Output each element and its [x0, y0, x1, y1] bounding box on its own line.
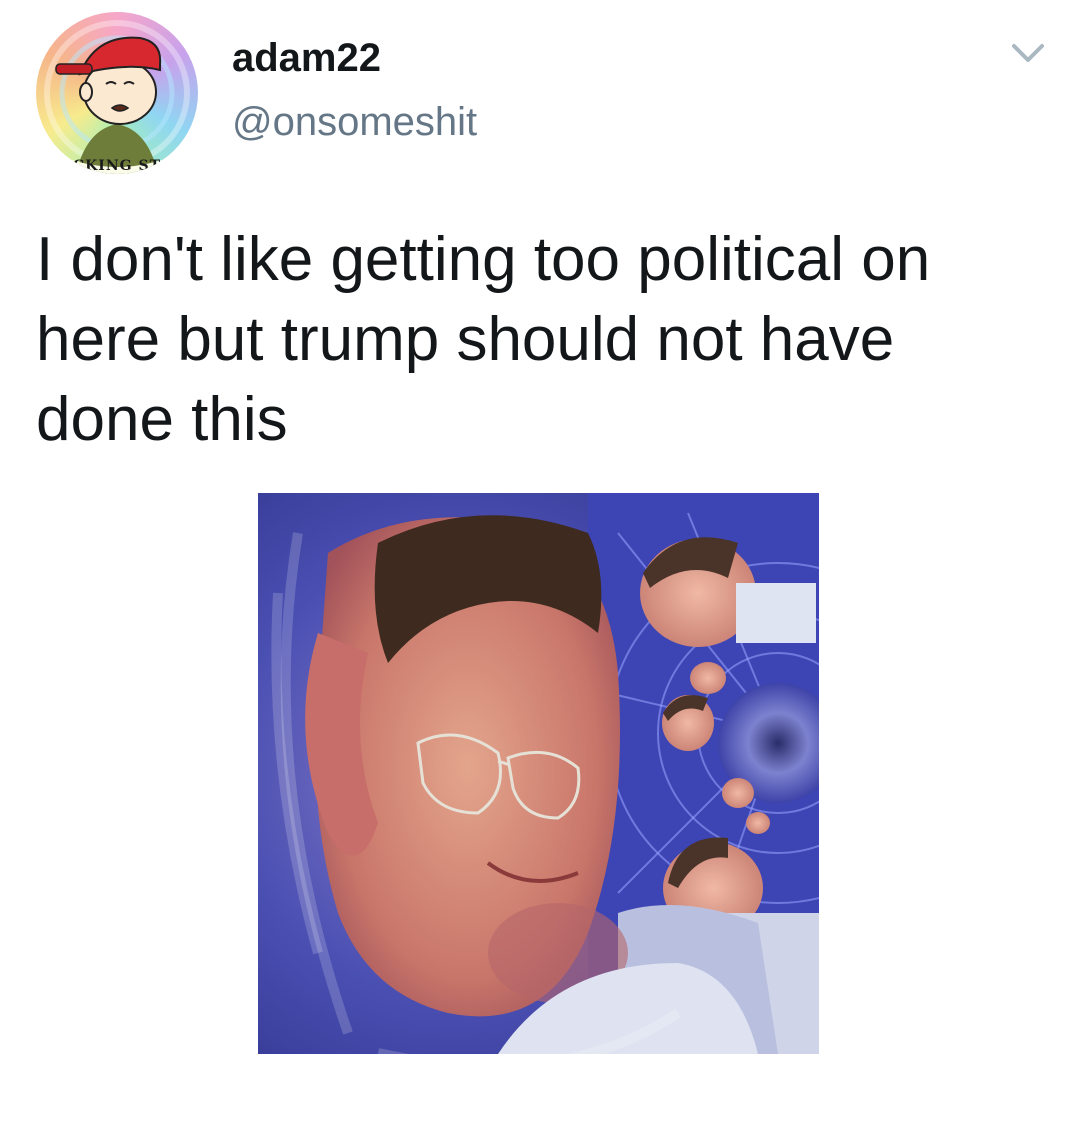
avatar-text: CKING ST	[73, 158, 161, 174]
user-handle[interactable]: @onsomeshit	[232, 102, 477, 142]
tweet-media-image[interactable]	[258, 493, 819, 1054]
tweet-card: CKING ST adam22 @onsomeshit I don't like…	[0, 0, 1078, 1122]
display-name[interactable]: adam22	[232, 38, 381, 78]
swirled-kaleidoscope-photo	[258, 493, 819, 1054]
avatar[interactable]: CKING ST	[36, 12, 198, 174]
cartoon-avatar-icon: CKING ST	[44, 20, 190, 174]
tweet-text: I don't like getting too political on he…	[36, 225, 931, 454]
chevron-down-icon	[1012, 44, 1044, 62]
tweet-menu-button[interactable]	[1008, 38, 1048, 68]
